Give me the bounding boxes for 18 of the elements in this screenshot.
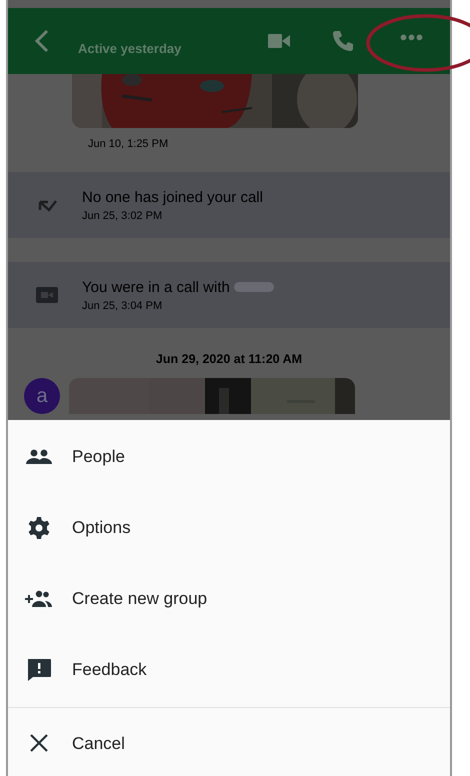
call-time: Jun 25, 3:04 PM: [82, 300, 164, 312]
menu-item[interactable]: Cancel: [8, 708, 450, 776]
phone-icon[interactable]: [332, 30, 354, 52]
video-camera-icon: [36, 287, 58, 303]
menu-item[interactable]: Create new group: [8, 563, 450, 634]
blurred-name: [234, 282, 274, 292]
back-icon[interactable]: [34, 29, 50, 53]
menu-item[interactable]: Feedback: [8, 634, 450, 705]
video-call-icon[interactable]: [268, 33, 290, 49]
menu-item[interactable]: People: [8, 421, 450, 492]
call-time: Jun 25, 3:02 PM: [82, 210, 164, 222]
call-notice-text: You were in a call with: [82, 278, 230, 296]
avatar: a: [24, 378, 60, 414]
menu-item[interactable]: Options: [8, 492, 450, 563]
call-notice-text: No one has joined your call: [82, 188, 263, 206]
message-time: Jun 10, 1:25 PM: [88, 138, 170, 150]
date-separator: Jun 29, 2020 at 11:20 AM: [154, 352, 304, 366]
contact-status: Active yesterday: [78, 40, 182, 56]
